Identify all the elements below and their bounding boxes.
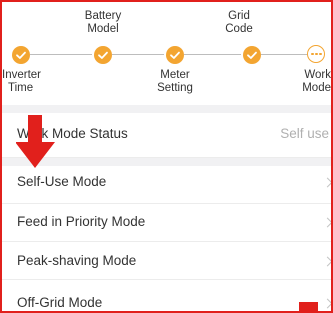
step-meter-setting-check-icon[interactable] xyxy=(166,46,184,64)
step-label-grid-code: Grid Code xyxy=(225,10,253,35)
red-down-arrow-annotation-icon xyxy=(16,115,55,168)
mode-item-label: Peak-shaving Mode xyxy=(17,253,137,268)
step-battery-model-check-icon[interactable] xyxy=(94,46,112,64)
step-connector xyxy=(112,54,164,55)
chevron-right-icon xyxy=(322,298,331,309)
red-marker-annotation xyxy=(299,302,318,311)
section-gap xyxy=(2,105,331,113)
step-label-work-mode: Work Mode xyxy=(302,69,331,94)
step-grid-code-check-icon[interactable] xyxy=(243,46,261,64)
mode-item-label: Off-Grid Mode xyxy=(17,295,103,310)
screenshot-frame: Battery Model Grid Code Inverter Time Me… xyxy=(0,0,333,313)
step-label-meter-setting: Meter Setting xyxy=(157,69,193,94)
step-label-inverter-time: Inverter Time xyxy=(2,69,41,94)
chevron-right-icon xyxy=(322,217,331,228)
mode-item-self-use[interactable]: Self-Use Mode xyxy=(2,166,331,204)
step-inverter-time-check-icon[interactable] xyxy=(12,46,30,64)
mode-item-label: Feed in Priority Mode xyxy=(17,214,146,229)
work-mode-status-value: Self use xyxy=(280,126,329,141)
chevron-right-icon xyxy=(322,256,331,267)
step-connector xyxy=(261,54,307,55)
step-connector xyxy=(30,54,92,55)
mode-item-feed-in-priority[interactable]: Feed in Priority Mode xyxy=(2,204,331,242)
mode-item-label: Self-Use Mode xyxy=(17,174,107,189)
mode-item-peak-shaving[interactable]: Peak-shaving Mode xyxy=(2,242,331,280)
chevron-right-icon xyxy=(322,177,331,188)
step-label-battery-model: Battery Model xyxy=(84,10,122,35)
step-work-mode-more-icon[interactable] xyxy=(307,45,325,63)
mode-item-off-grid[interactable]: Off-Grid Mode xyxy=(2,280,331,311)
step-connector xyxy=(184,54,241,55)
